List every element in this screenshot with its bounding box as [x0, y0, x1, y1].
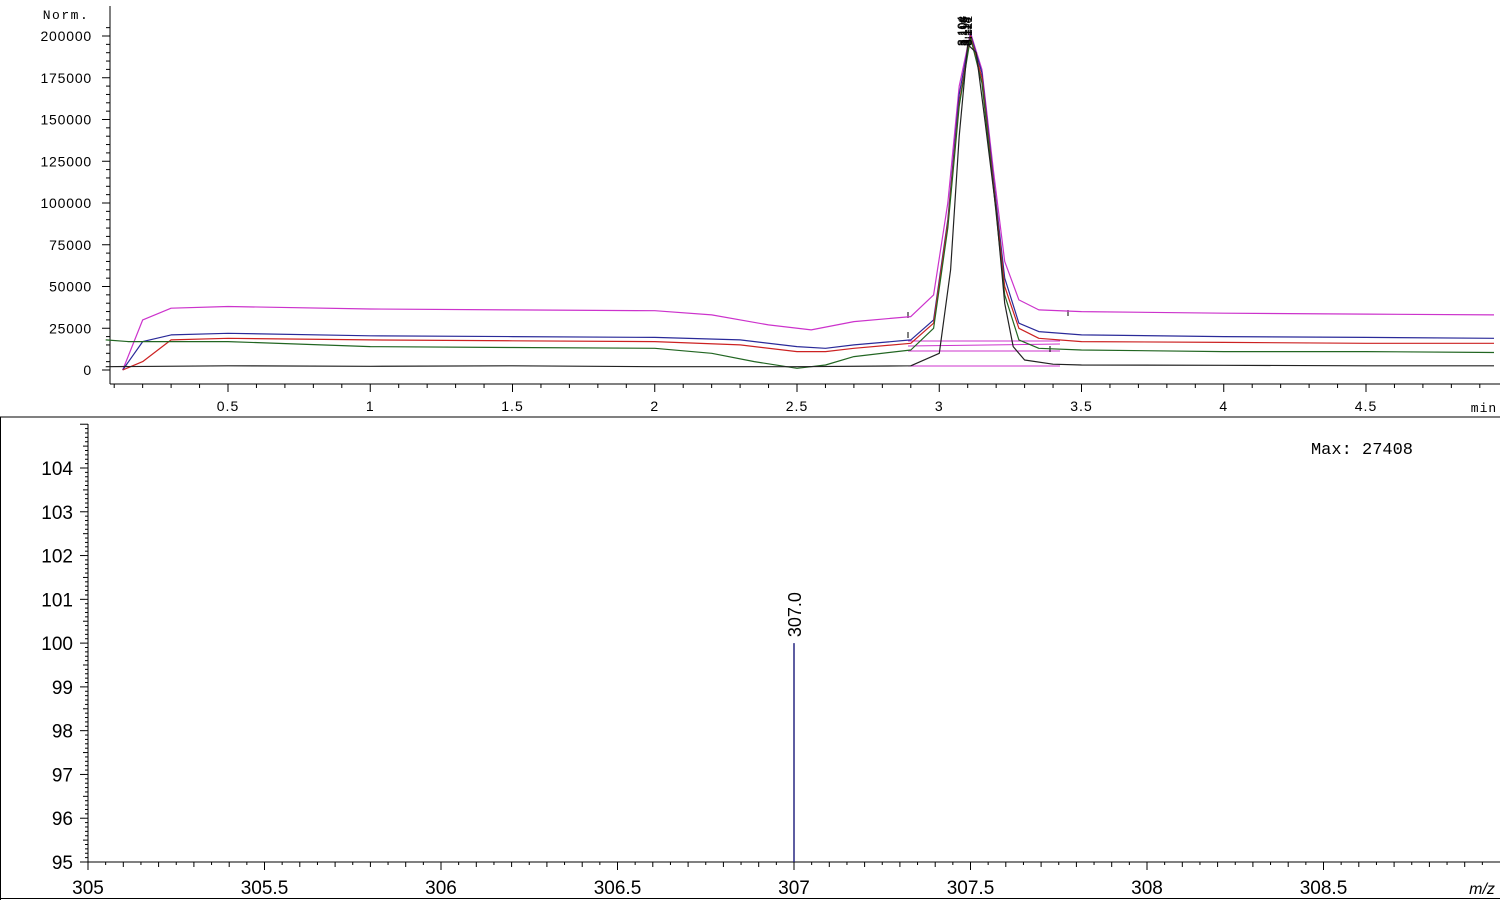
chromatogram-x-tick-label: 2.5 [786, 398, 808, 414]
spectrum-ticks [80, 423, 1483, 870]
chromatogram-x-tick-label: 3 [935, 398, 944, 414]
chromatogram-y-tick-label: 0 [83, 362, 92, 378]
chromatogram-y-tick-label: 25000 [49, 320, 92, 336]
chromatogram-x-tick-label: 2 [650, 398, 659, 414]
chromatogram-x-tick-label: 0.5 [217, 398, 239, 414]
chromatogram-y-tick-label: 200000 [40, 28, 92, 44]
chromatogram-series-line-5 [105, 43, 1494, 368]
spectrum-x-tick-label: 308.5 [1300, 878, 1348, 899]
spectrum-y-tick-label: 98 [52, 722, 73, 743]
spectrum-y-tick-label: 97 [52, 765, 73, 786]
spectrum-y-tick-label: 103 [41, 503, 73, 524]
chromatogram-series-line-4 [105, 37, 1495, 369]
chromatogram-series-line-3 [122, 35, 1494, 371]
chromatogram-tick-labels: 0.5 1 1.5 2 2.5 3 3.5 4 4.5 0 25000 50000 75000 10000… [40, 28, 1377, 414]
spectrum-x-tick-label: 308 [1131, 878, 1163, 899]
chromatogram-y-tick-label: 50000 [49, 279, 92, 295]
chromatogram-series [105, 32, 1495, 371]
chromatogram-series-line-1 [122, 32, 1495, 371]
spectrum-x-tick-label: 306.5 [594, 878, 642, 899]
chromatogram-y-tick-label: 125000 [40, 153, 92, 169]
spectrum-y-tick-label: 100 [41, 634, 73, 655]
spectrum-x-tick-label: 306 [425, 878, 457, 899]
baseline-2 [907, 343, 1061, 347]
spectrum-y-tick-label: 104 [41, 459, 73, 480]
chromatogram-series-line-2 [122, 33, 1495, 371]
chromatogram-x-tick-label: 1.5 [501, 398, 523, 414]
chromatogram-x-tick-label: 3.5 [1070, 398, 1092, 414]
spectrum-tick-labels: 305 305.5 306 306.5 307 307.5 308 308.5 95 96 97 98… [41, 459, 1347, 899]
spectrum-x-tick-label: 307 [778, 878, 810, 899]
spectrum-y-tick-label: 102 [41, 547, 73, 568]
chromatogram-integration-baselines [907, 310, 1069, 367]
spectrum-y-tick-label: 101 [41, 590, 73, 611]
spectrum-peaks: 307.0 [785, 592, 805, 862]
spectrum-panel: Max: 27408 m/z 305 305.5 306 306.5 307 307.5 3… [41, 423, 1500, 899]
chromatogram-x-unit: min [1471, 401, 1497, 416]
chromatogram-panel: Norm. min 0.5 1 1.5 2 2.5 3 3.5 4 4.5 0 25000 50000… [40, 6, 1500, 416]
chromatogram-y-tick-label: 100000 [40, 195, 92, 211]
chromatogram-x-tick-label: 4 [1219, 398, 1228, 414]
spectrum-peak-label: 307.0 [785, 592, 805, 637]
chart-frame: Norm. min 0.5 1 1.5 2 2.5 3 3.5 4 4.5 0 25000 50000… [0, 6, 1500, 900]
spectrum-x-tick-label: 307.5 [947, 878, 995, 899]
spectrum-y-tick-label: 96 [52, 809, 73, 830]
chromatogram-peak-labels: 3.1043.1083.1123.1153.1183.121 [955, 16, 975, 46]
spectrum-x-tick-label: 305 [72, 878, 104, 899]
chromatogram-y-unit: Norm. [43, 8, 90, 23]
chromatogram-x-tick-label: 4.5 [1355, 398, 1377, 414]
spectrum-x-unit: m/z [1469, 881, 1495, 898]
chromatogram-y-tick-label: 75000 [49, 237, 92, 253]
chromatogram-y-tick-label: 175000 [40, 70, 92, 86]
chromatogram-x-tick-label: 1 [366, 398, 375, 414]
chromatogram-y-tick-label: 150000 [40, 112, 92, 128]
spectrum-x-tick-label: 305.5 [241, 878, 289, 899]
spectrum-y-tick-label: 95 [52, 853, 73, 874]
spectrum-max-label: Max: 27408 [1311, 441, 1413, 460]
spectrum-y-tick-label: 99 [52, 678, 73, 699]
chromatogram-peak-label: 3.121 [961, 16, 975, 46]
